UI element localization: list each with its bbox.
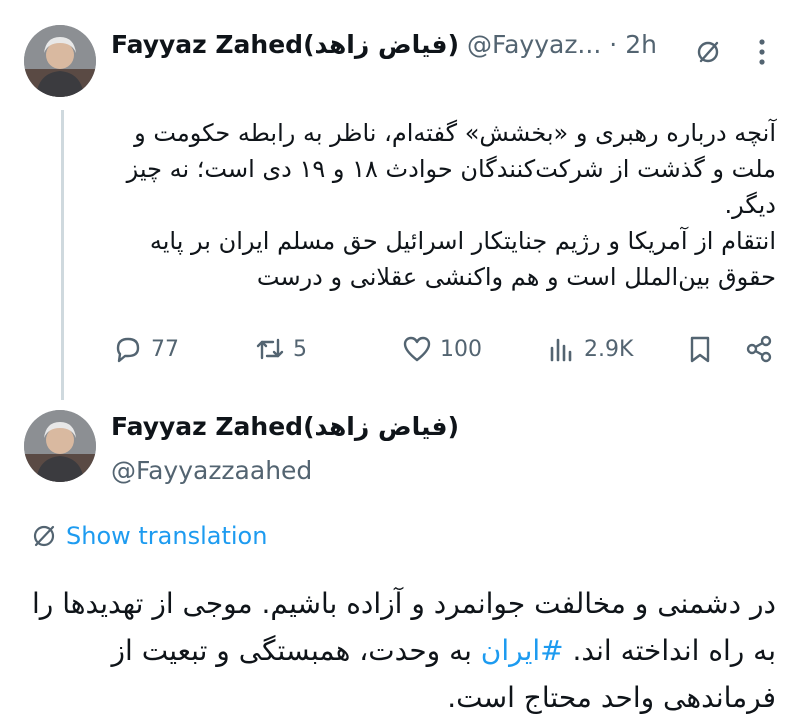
author-name[interactable]: Fayyaz Zahed(فیاض زاهد) — [111, 412, 459, 441]
repost-button[interactable]: 5 — [255, 334, 307, 364]
tweet-line: فرماندهی واحد محتاج است. — [447, 681, 776, 714]
tweet-body: آنچه درباره رهبری و «بخشش» گفته‌ام، ناظر… — [111, 115, 776, 295]
avatar-photo — [24, 410, 96, 482]
tweet-text: به وحدت، همبستگی و تبعیت از — [111, 634, 481, 667]
share-icon — [746, 335, 772, 363]
tweet-text: به راه انداخته اند. — [563, 634, 776, 667]
heart-icon — [403, 336, 431, 362]
tweet-line: دیگر. — [724, 191, 777, 219]
reply-count: 77 — [151, 336, 179, 362]
avatar[interactable] — [24, 410, 96, 482]
views-button[interactable]: 2.9K — [546, 334, 633, 364]
like-count: 100 — [440, 336, 482, 362]
bookmark-button[interactable] — [685, 334, 715, 364]
separator: · — [609, 30, 618, 59]
tweet-line: به راه انداخته اند. #ایران به وحدت، همبس… — [24, 627, 776, 674]
tweet-line: انتقام از آمریکا و رژیم جنایتکار اسرائیل… — [149, 227, 776, 255]
reply-button[interactable]: 77 — [113, 334, 179, 364]
repost-icon — [256, 338, 284, 360]
reply-icon — [116, 337, 140, 363]
tweet-line: ملت و گذشت از شرکت‌کنندگان حوادث ۱۸ و ۱۹… — [126, 155, 776, 183]
author-handle[interactable]: @Fayyazzaahed — [111, 456, 312, 485]
like-button[interactable]: 100 — [402, 334, 482, 364]
views-count: 2.9K — [584, 336, 634, 362]
avatar-photo — [24, 25, 96, 97]
author-name[interactable]: Fayyaz Zahed(فیاض زاهد) — [111, 30, 459, 59]
thread-line — [61, 110, 64, 400]
tweet-body: در دشمنی و مخالفت جوانمرد و آزاده باشیم.… — [24, 580, 776, 721]
tweet-line: در دشمنی و مخالفت جوانمرد و آزاده باشیم.… — [32, 587, 776, 620]
share-button[interactable] — [744, 334, 774, 364]
show-translation-button[interactable]: Show translation — [30, 522, 267, 550]
tweet-line: آنچه درباره رهبری و «بخشش» گفته‌ام، ناظر… — [134, 119, 776, 147]
avatar[interactable] — [24, 25, 96, 97]
bookmark-icon — [690, 336, 710, 363]
show-translation-label: Show translation — [66, 522, 268, 550]
more-icon[interactable] — [752, 34, 772, 70]
author-handle[interactable]: @Fayyaz... — [467, 30, 601, 59]
grok-icon[interactable] — [690, 34, 726, 70]
tweet-line: حقوق بین‌الملل است و هم واکنشی عقلانی و … — [256, 263, 776, 291]
hashtag-link[interactable]: #ایران — [481, 634, 564, 667]
globe-slash-icon — [33, 525, 55, 547]
views-icon — [550, 338, 572, 362]
timestamp[interactable]: 2h — [625, 30, 657, 59]
repost-count: 5 — [293, 336, 307, 362]
